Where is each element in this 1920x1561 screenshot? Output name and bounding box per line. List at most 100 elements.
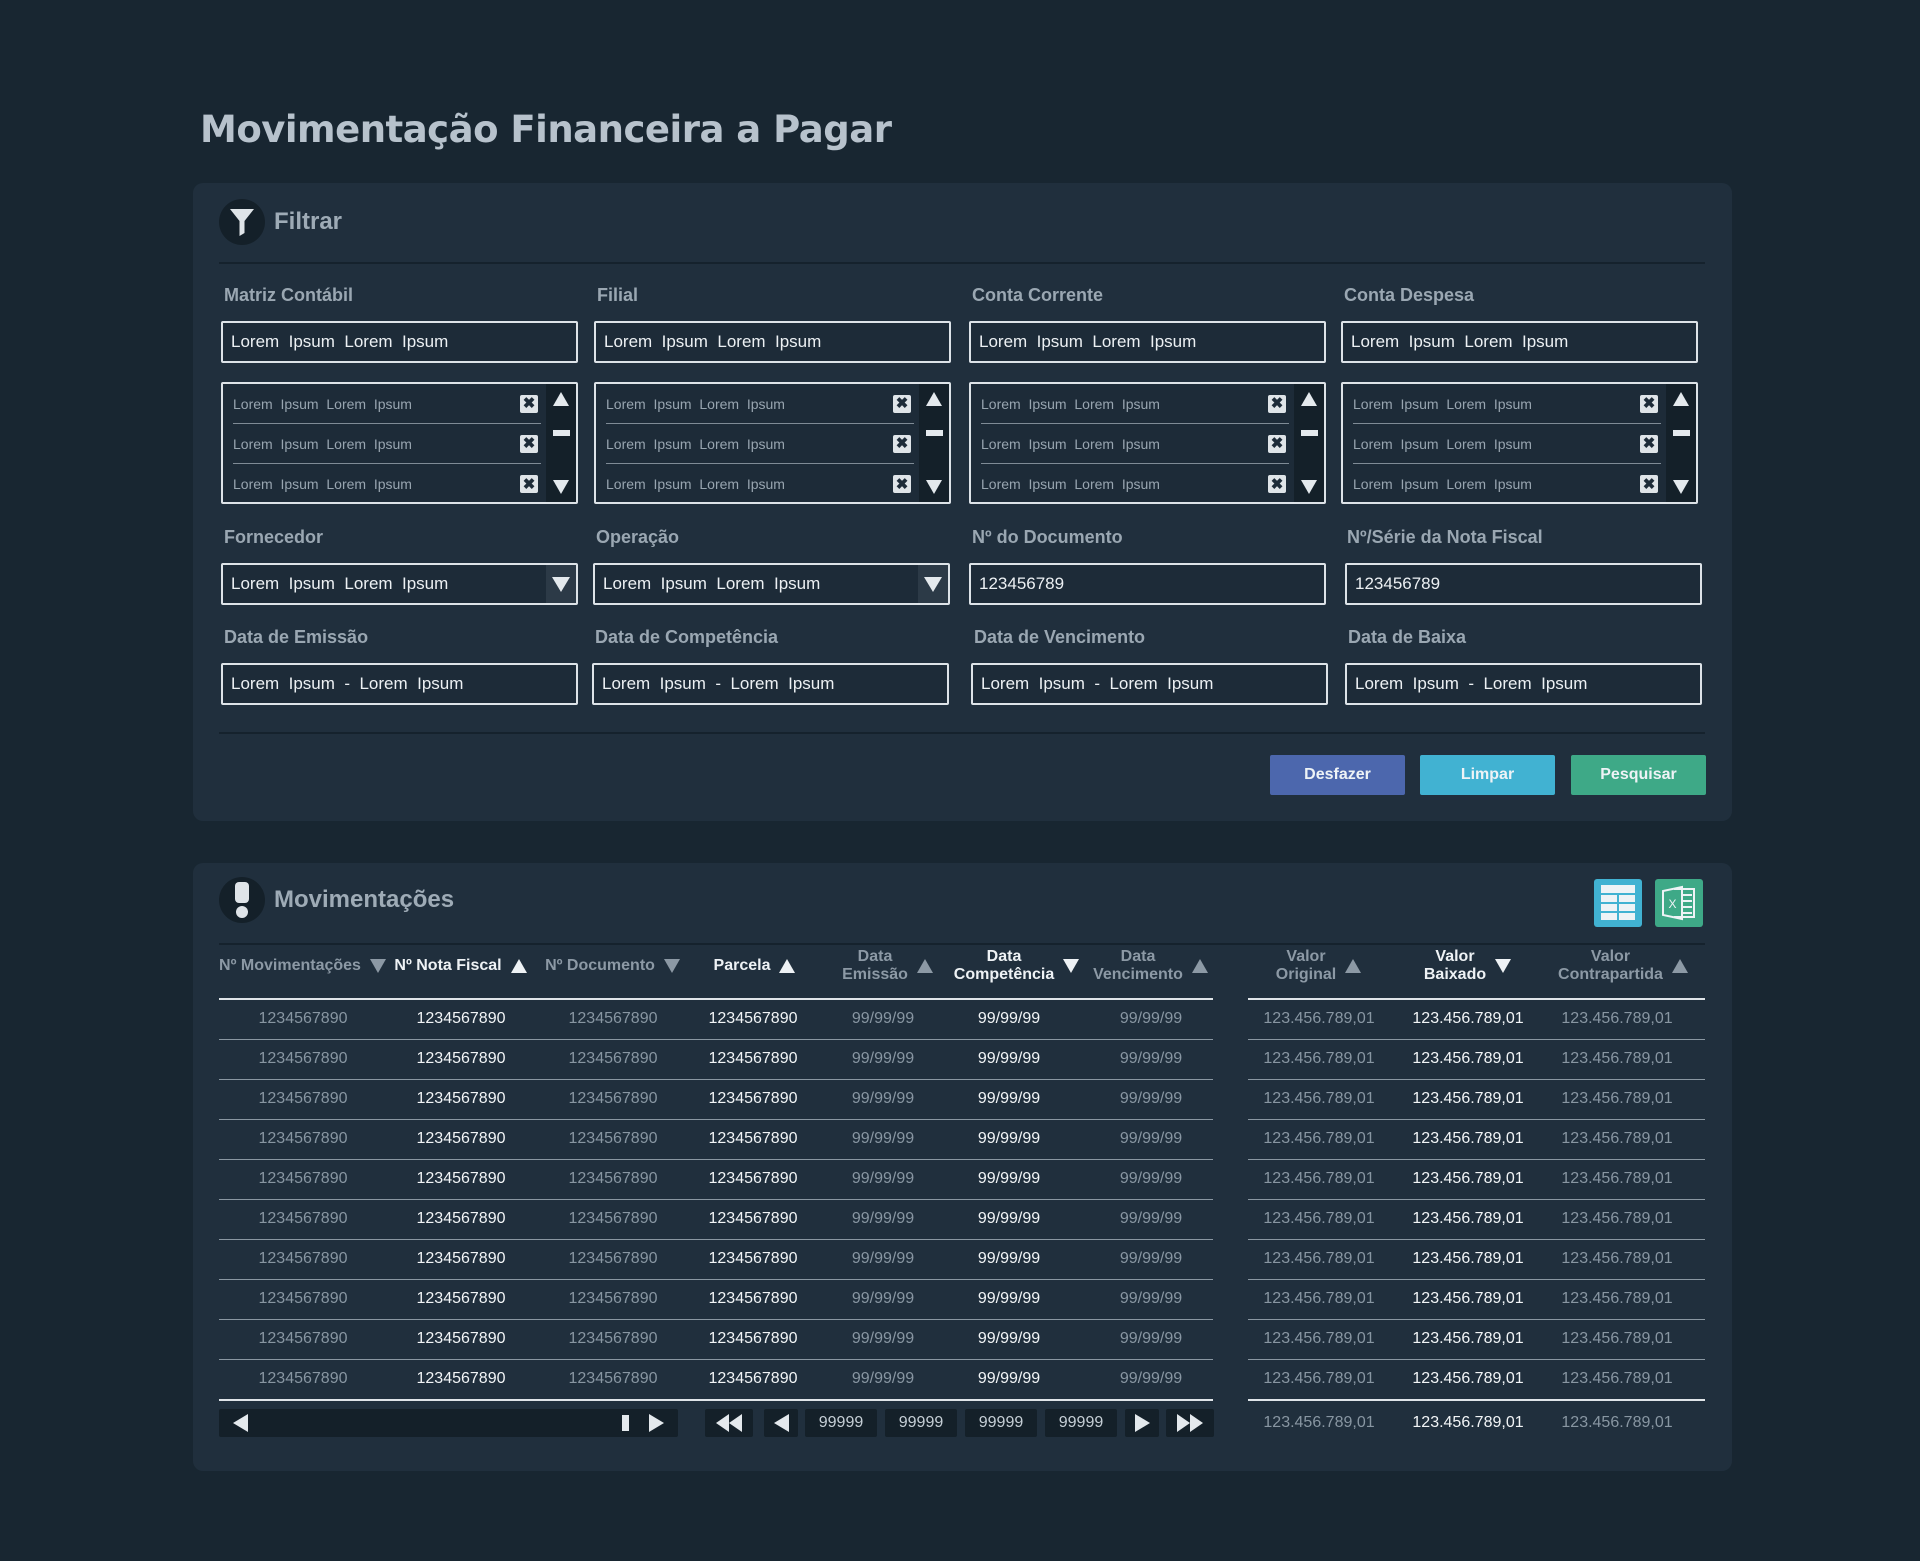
conta-despesa-selected-list: Lorem Ipsum Lorem Ipsum ✖ Lorem Ipsum Lor… <box>1341 382 1698 504</box>
conta-despesa-input[interactable]: Lorem Ipsum Lorem Ipsum <box>1341 321 1698 363</box>
column-header-n-documento[interactable]: Nº Documento <box>541 943 685 989</box>
scroll-up-icon[interactable] <box>1301 392 1317 406</box>
remove-icon[interactable]: ✖ <box>520 434 538 453</box>
data-baixa-range[interactable]: Lorem Ipsum - Lorem Ipsum <box>1345 663 1702 705</box>
remove-icon[interactable]: ✖ <box>1268 394 1286 413</box>
remove-icon[interactable]: ✖ <box>1640 434 1658 453</box>
conta-corrente-input[interactable]: Lorem Ipsum Lorem Ipsum <box>969 321 1326 363</box>
cell-valor-baixado: 123.456.789,01 <box>1412 1130 1524 1147</box>
column-header-data-competencia[interactable]: Data Competência <box>951 943 1083 989</box>
column-header-valor-baixado[interactable]: Valor Baixado <box>1393 943 1543 989</box>
page-number[interactable]: 99999 <box>805 1409 877 1437</box>
prev-page-button[interactable] <box>764 1409 798 1437</box>
column-header-n-movimentacoes[interactable]: Nº Movimentações <box>219 943 387 989</box>
filter-title: Filtrar <box>274 208 343 235</box>
scroll-down-icon[interactable] <box>1673 480 1689 494</box>
remove-icon[interactable]: ✖ <box>893 434 911 453</box>
last-page-button[interactable] <box>1166 1409 1214 1437</box>
next-page-button[interactable] <box>1125 1409 1159 1437</box>
num-documento-input[interactable]: 123456789 <box>969 563 1326 605</box>
cell-valor-original: 123.456.789,01 <box>1263 1010 1375 1027</box>
column-header-label: Data Vencimento <box>1093 947 1183 983</box>
cell-data-competencia: 99/99/99 <box>977 1330 1041 1347</box>
scroll-thumb[interactable] <box>553 430 570 436</box>
page-number[interactable]: 99999 <box>965 1409 1037 1437</box>
column-header-valor-contrapartida[interactable]: Valor Contrapartida <box>1542 943 1705 989</box>
scroll-down-icon[interactable] <box>553 480 569 494</box>
cell-valor-contrapartida: 123.456.789,01 <box>1561 1370 1673 1387</box>
matriz-input[interactable]: Lorem Ipsum Lorem Ipsum <box>221 321 578 363</box>
column-header-data-vencimento[interactable]: Data Vencimento <box>1089 943 1213 989</box>
search-button[interactable]: Pesquisar <box>1571 755 1706 795</box>
scroll-thumb[interactable] <box>1301 430 1318 436</box>
cell-valor-baixado: 123.456.789,01 <box>1412 1370 1524 1387</box>
remove-icon[interactable]: ✖ <box>1268 434 1286 453</box>
remove-icon[interactable]: ✖ <box>1640 394 1658 413</box>
data-emissao-range[interactable]: Lorem Ipsum - Lorem Ipsum <box>221 663 578 705</box>
cell-n-movimentacoes: 1234567890 <box>258 1170 348 1187</box>
scroll-left-icon[interactable] <box>233 1414 248 1432</box>
remove-icon[interactable]: ✖ <box>893 475 911 493</box>
first-page-button[interactable] <box>705 1409 753 1437</box>
list-scrollbar[interactable] <box>919 384 949 502</box>
remove-icon[interactable]: ✖ <box>1640 475 1658 493</box>
sort-asc-icon[interactable] <box>1671 958 1689 974</box>
remove-icon[interactable]: ✖ <box>520 475 538 493</box>
scroll-up-icon[interactable] <box>926 392 942 406</box>
excel-export-icon[interactable]: X <box>1655 879 1703 927</box>
column-header-valor-original[interactable]: Valor Original <box>1244 943 1394 989</box>
remove-icon[interactable]: ✖ <box>1268 475 1286 493</box>
cell-valor-contrapartida: 123.456.789,01 <box>1561 1330 1673 1347</box>
sort-asc-icon[interactable] <box>510 958 528 974</box>
cell-valor-contrapartida: 123.456.789,01 <box>1561 1170 1673 1187</box>
scroll-thumb[interactable] <box>622 1415 629 1431</box>
cell-data-competencia: 99/99/99 <box>977 1250 1041 1267</box>
data-competencia-range[interactable]: Lorem Ipsum - Lorem Ipsum <box>592 663 949 705</box>
column-header-label: Valor Baixado <box>1423 947 1487 983</box>
cell-valor-contrapartida: 123.456.789,01 <box>1561 1250 1673 1267</box>
num-serie-nf-input[interactable]: 123456789 <box>1345 563 1702 605</box>
data-vencimento-range[interactable]: Lorem Ipsum - Lorem Ipsum <box>971 663 1328 705</box>
list-scrollbar[interactable] <box>1666 384 1696 502</box>
column-header-n-nota-fiscal[interactable]: Nº Nota Fiscal <box>391 943 531 989</box>
undo-button[interactable]: Desfazer <box>1270 755 1405 795</box>
cell-parcela: 1234567890 <box>708 1050 798 1067</box>
sort-asc-icon[interactable] <box>778 958 796 974</box>
cell-n-nota-fiscal: 1234567890 <box>416 1050 506 1067</box>
column-header-parcela[interactable]: Parcela <box>691 943 819 989</box>
sort-desc-icon[interactable] <box>663 958 681 974</box>
remove-icon[interactable]: ✖ <box>893 394 911 413</box>
sort-desc-icon[interactable] <box>1062 958 1080 974</box>
scroll-right-icon[interactable] <box>649 1414 664 1432</box>
remove-icon[interactable]: ✖ <box>520 394 538 413</box>
clear-button[interactable]: Limpar <box>1420 755 1555 795</box>
cell-data-vencimento: 99/99/99 <box>1119 1330 1183 1347</box>
cell-data-emissao: 99/99/99 <box>851 1050 915 1067</box>
list-item: Lorem Ipsum Lorem Ipsum ✖ <box>1353 384 1661 424</box>
operacao-select[interactable]: Lorem Ipsum Lorem Ipsum <box>593 563 950 605</box>
sort-desc-icon[interactable] <box>1494 958 1512 974</box>
page-number[interactable]: 99999 <box>885 1409 957 1437</box>
horizontal-scrollbar[interactable] <box>219 1409 678 1437</box>
chevron-down-icon[interactable] <box>918 565 948 603</box>
sort-asc-icon[interactable] <box>916 958 934 974</box>
scroll-down-icon[interactable] <box>926 480 942 494</box>
list-scrollbar[interactable] <box>1294 384 1324 502</box>
chevron-down-icon[interactable] <box>546 565 576 603</box>
scroll-down-icon[interactable] <box>1301 480 1317 494</box>
grid-view-icon[interactable] <box>1594 879 1642 927</box>
page-number[interactable]: 99999 <box>1045 1409 1117 1437</box>
scroll-thumb[interactable] <box>1673 430 1690 436</box>
list-scrollbar[interactable] <box>546 384 576 502</box>
sort-desc-icon[interactable] <box>369 958 387 974</box>
movements-header: Movimentações <box>219 877 454 923</box>
filial-input[interactable]: Lorem Ipsum Lorem Ipsum <box>594 321 951 363</box>
column-header-label: Nº Movimentações <box>219 956 361 974</box>
scroll-up-icon[interactable] <box>553 392 569 406</box>
scroll-thumb[interactable] <box>926 430 943 436</box>
scroll-up-icon[interactable] <box>1673 392 1689 406</box>
column-header-data-emissao[interactable]: Data Emissão <box>829 943 947 989</box>
sort-asc-icon[interactable] <box>1191 958 1209 974</box>
sort-asc-icon[interactable] <box>1344 958 1362 974</box>
fornecedor-select[interactable]: Lorem Ipsum Lorem Ipsum <box>221 563 578 605</box>
